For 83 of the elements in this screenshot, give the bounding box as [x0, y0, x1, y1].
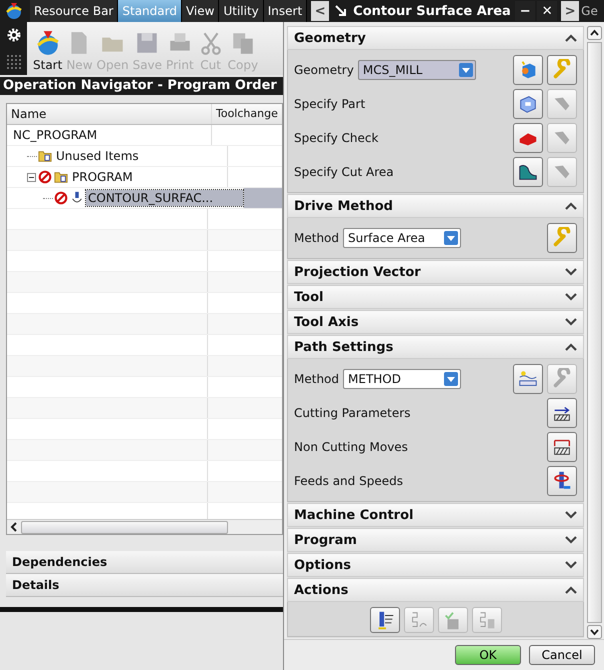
field-label: Non Cutting Moves	[294, 440, 408, 454]
close-button[interactable]: ✕	[537, 1, 558, 21]
column-header[interactable]: Toolchange	[212, 104, 282, 124]
table-cell	[244, 188, 282, 208]
icon-button[interactable]	[370, 607, 400, 633]
field-label: Method	[294, 231, 340, 245]
field-label: Specify Check	[294, 131, 378, 145]
icon-button[interactable]	[547, 432, 577, 462]
ok-button[interactable]: OK	[455, 645, 521, 665]
settings-button[interactable]	[547, 55, 577, 85]
chevron-icon[interactable]	[565, 561, 577, 569]
icon-button[interactable]	[513, 364, 543, 394]
icon-button[interactable]	[513, 157, 543, 187]
ribbon-tab[interactable]: Ge	[581, 4, 598, 18]
chevron-icon[interactable]	[565, 202, 577, 210]
section-header[interactable]: Projection Vector	[287, 260, 584, 284]
icon-button[interactable]	[513, 89, 543, 119]
scroll-up-icon[interactable]	[587, 26, 602, 40]
chevron-icon[interactable]	[565, 343, 577, 351]
wrench-icon	[551, 368, 573, 390]
settings-icon[interactable]	[6, 27, 22, 44]
horizontal-scrollbar[interactable]	[7, 519, 282, 534]
scroll-thumb[interactable]	[21, 520, 228, 534]
wrench-icon	[551, 59, 573, 81]
icon-button[interactable]	[547, 398, 577, 428]
chevron-icon[interactable]	[565, 34, 577, 42]
cancel-button[interactable]: Cancel	[529, 645, 595, 665]
arrow-icon[interactable]	[334, 4, 348, 18]
section-header[interactable]: Machine Control	[287, 503, 584, 527]
folder-icon	[38, 149, 52, 163]
section-header[interactable]: Tool Axis	[287, 310, 584, 334]
grid-icon[interactable]	[6, 54, 22, 70]
chevron-icon[interactable]	[565, 586, 577, 594]
forward-button[interactable]: >	[561, 1, 580, 21]
toolbar-button[interactable]: Start	[31, 30, 64, 72]
panel-header[interactable]: Details	[6, 574, 283, 597]
dropdown[interactable]: Surface Area	[343, 228, 462, 248]
back-button[interactable]: <	[311, 1, 330, 21]
field-label: Specify Part	[294, 97, 366, 111]
section-header[interactable]: Geometry	[287, 26, 584, 50]
ribbon-tab[interactable]: Utility	[219, 0, 264, 22]
tree-item[interactable]: Unused Items	[54, 148, 141, 164]
settings-button[interactable]	[547, 223, 577, 253]
column-header[interactable]: Name	[7, 104, 212, 124]
tree-item[interactable]: CONTOUR_SURFAC...	[86, 190, 243, 206]
app-logo-icon[interactable]	[4, 1, 24, 21]
ribbon-tab[interactable]: Resource Bar	[30, 0, 118, 22]
section-header[interactable]: Actions	[287, 578, 584, 602]
dialog-title: Contour Surface Area	[353, 4, 512, 18]
icon-button[interactable]	[547, 466, 577, 496]
chevron-icon[interactable]	[565, 293, 577, 301]
dropdown[interactable]: MCS_MILL	[358, 60, 476, 80]
tool-path-icon	[70, 191, 84, 205]
field-label: Specify Cut Area	[294, 165, 394, 179]
section-header[interactable]: Options	[287, 553, 584, 577]
chevron-icon[interactable]	[565, 511, 577, 519]
dropdown[interactable]: METHOD	[343, 369, 462, 389]
field-label: Geometry	[294, 63, 354, 77]
section-header[interactable]: Tool	[287, 285, 584, 309]
scroll-thumb[interactable]	[587, 42, 602, 623]
field-label: Method	[294, 372, 340, 386]
folder-icon	[54, 170, 68, 184]
ribbon-tab[interactable]: Insert	[264, 0, 308, 22]
minimize-button[interactable]: −	[515, 1, 536, 21]
field-label: Cutting Parameters	[294, 406, 410, 420]
block-icon	[517, 93, 539, 115]
chevron-icon[interactable]	[565, 318, 577, 326]
spindle-icon	[551, 470, 573, 492]
navigator-title: Operation Navigator - Program Order	[0, 77, 283, 95]
chevron-icon[interactable]	[565, 536, 577, 544]
globe-icon	[34, 30, 61, 56]
scroll-down-icon[interactable]	[587, 625, 602, 639]
wrench-icon	[551, 227, 573, 249]
section-header[interactable]: Path Settings	[287, 335, 584, 359]
tree-item[interactable]: NC_PROGRAM	[11, 127, 100, 143]
ribbon-tab[interactable]: View	[182, 0, 220, 22]
panel-header[interactable]: Dependencies	[6, 551, 283, 574]
section-header[interactable]: Program	[287, 528, 584, 552]
collapse-icon[interactable]	[27, 172, 36, 182]
tree-item[interactable]: PROGRAM	[70, 169, 135, 185]
field-label: Feeds and Speeds	[294, 474, 403, 488]
chevron-icon[interactable]	[565, 268, 577, 276]
section-header[interactable]: Drive Method	[287, 194, 584, 218]
